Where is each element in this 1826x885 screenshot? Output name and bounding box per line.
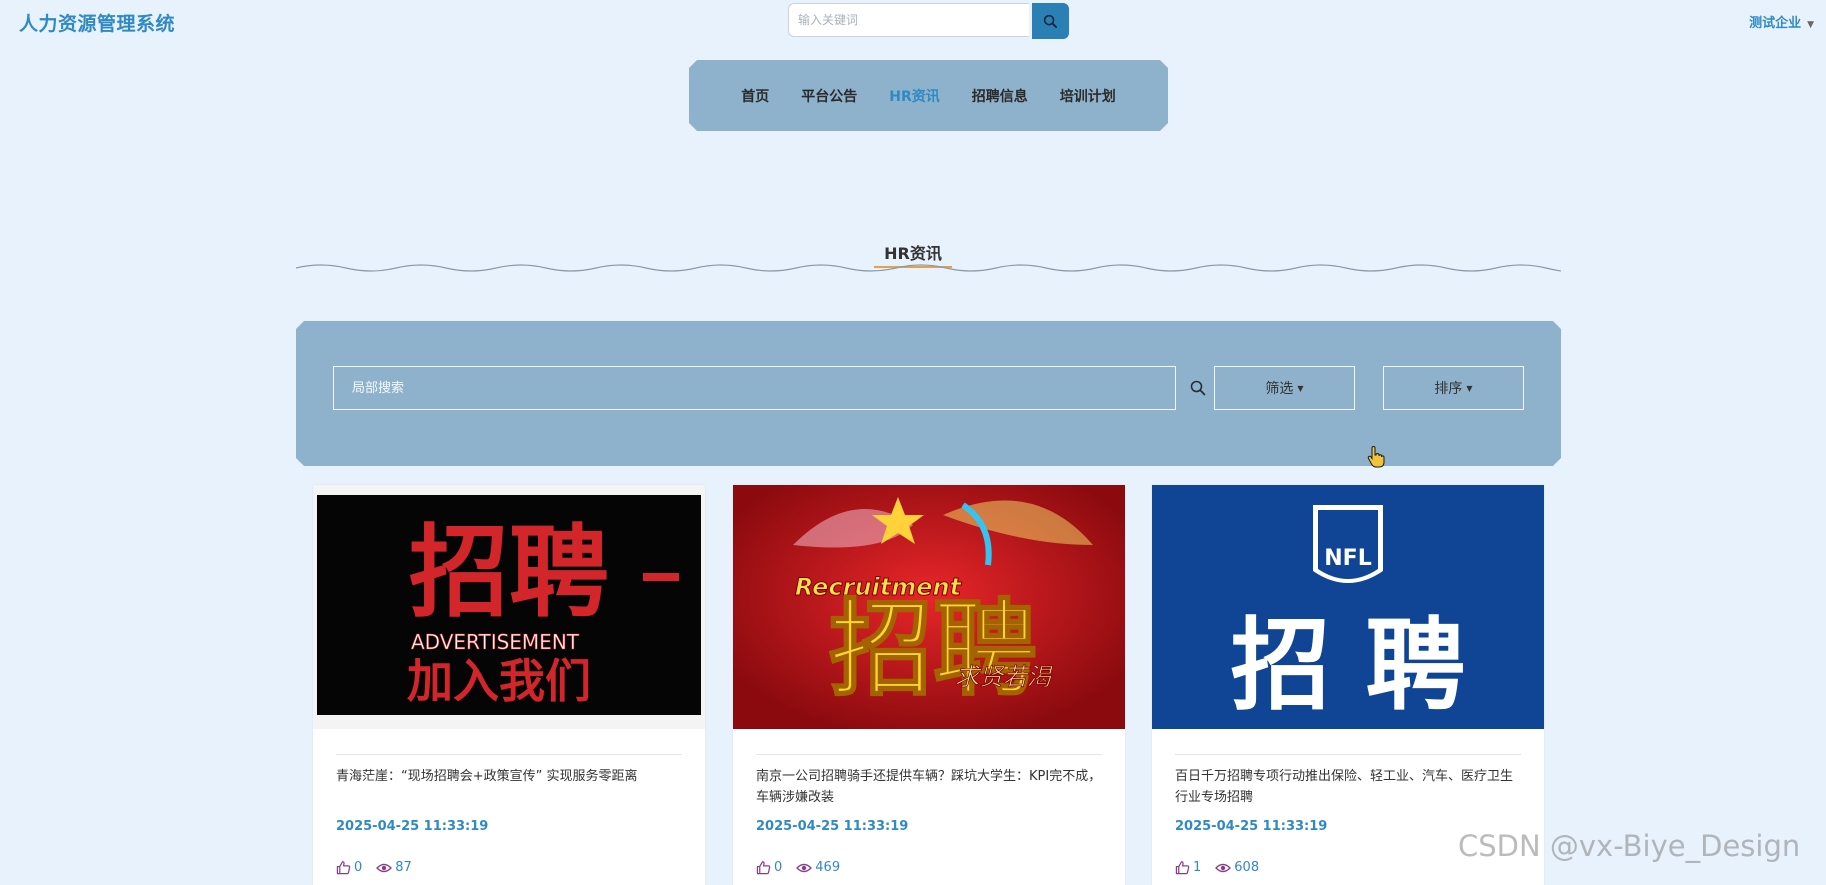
news-stats: 1 608: [1175, 860, 1259, 875]
news-title[interactable]: 青海茫崖：“现场招聘会+政策宣传” 实现服务零距离: [336, 766, 682, 787]
news-stats: 0 469: [756, 860, 840, 875]
nav-item-hr-news[interactable]: HR资讯: [889, 86, 940, 106]
poster-sub-text: 求贤若渴: [955, 663, 1053, 691]
caret-down-icon: ▼: [1297, 383, 1304, 393]
news-title[interactable]: 南京一公司招聘骑手还提供车辆？踩坑大学生：KPI完不成，车辆涉嫌改装: [756, 766, 1102, 808]
card-divider: [1175, 754, 1521, 755]
user-name: 测试企业: [1749, 16, 1802, 31]
view-stat: 469: [796, 860, 840, 875]
user-menu[interactable]: 测试企业 ▼: [1749, 12, 1814, 31]
global-search-input[interactable]: [788, 3, 1029, 37]
nav-item-announcements[interactable]: 平台公告: [801, 86, 857, 106]
nav-item-home[interactable]: 首页: [741, 86, 769, 106]
global-search: [788, 3, 1069, 39]
news-date: 2025-04-25 11:33:19: [1175, 819, 1328, 834]
poster-en-text: ADVERTISEMENT: [411, 630, 580, 654]
nav-item-training[interactable]: 培训计划: [1060, 86, 1116, 106]
global-search-button[interactable]: [1032, 3, 1069, 39]
eye-icon: [796, 863, 813, 872]
view-count: 87: [395, 860, 412, 875]
poster-big-text: 招聘: [829, 588, 1037, 710]
nav-item-jobs[interactable]: 招聘信息: [972, 86, 1028, 106]
thumbs-up-icon[interactable]: [336, 860, 351, 875]
filter-label: 筛选: [1265, 381, 1294, 397]
search-icon[interactable]: [1190, 380, 1206, 396]
thumbs-up-icon[interactable]: [756, 860, 771, 875]
like-count: 1: [1193, 860, 1202, 875]
thumbs-up-icon[interactable]: [1175, 860, 1190, 875]
recruitment-poster-image: 招聘 ADVERTISEMENT 加入我们: [313, 485, 705, 729]
caret-down-icon: ▼: [1466, 383, 1473, 393]
top-bar: 人力资源管理系统 测试企业 ▼: [0, 0, 1826, 44]
news-image[interactable]: 招聘 ADVERTISEMENT 加入我们: [313, 485, 705, 729]
news-image[interactable]: Recruitment 招聘 求贤若渴: [733, 485, 1125, 729]
view-count: 469: [815, 860, 841, 875]
eye-icon: [376, 863, 393, 872]
view-count: 608: [1234, 860, 1260, 875]
eye-icon: [1215, 863, 1232, 872]
filter-panel: 筛选▼ 排序▼: [296, 321, 1561, 466]
watermark: CSDN @vx-Biye_Design: [1458, 829, 1801, 863]
news-card[interactable]: Recruitment 招聘 求贤若渴 南京一公司招聘骑手还提供车辆？踩坑大学生…: [733, 485, 1125, 885]
like-count: 0: [354, 860, 363, 875]
main-nav: 首页 平台公告 HR资讯 招聘信息 培训计划: [689, 60, 1168, 131]
local-search-input[interactable]: [333, 366, 1176, 410]
news-stats: 0 87: [336, 860, 412, 875]
nfl-logo-text: NFL: [1324, 546, 1371, 571]
card-divider: [756, 754, 1102, 755]
news-date: 2025-04-25 11:33:19: [336, 819, 489, 834]
view-stat: 608: [1215, 860, 1259, 875]
card-divider: [336, 754, 682, 755]
chevron-down-icon: ▼: [1807, 20, 1814, 30]
site-brand[interactable]: 人力资源管理系统: [19, 9, 175, 36]
poster-big-text: 招 聘: [1231, 607, 1466, 724]
poster-big-text: 招聘: [409, 514, 609, 631]
recruitment-poster-image: NFL 招 聘: [1152, 485, 1544, 729]
hand-cursor-icon: [1367, 446, 1385, 468]
poster-sub-text: 加入我们: [407, 654, 591, 708]
recruitment-poster-image: Recruitment 招聘 求贤若渴: [733, 485, 1125, 729]
view-stat: 87: [376, 860, 412, 875]
news-date: 2025-04-25 11:33:19: [756, 819, 909, 834]
like-count: 0: [774, 860, 783, 875]
wave-divider: [296, 264, 1561, 272]
sort-dropdown-button[interactable]: 排序 ▼: [1383, 366, 1524, 410]
sort-label: 排序: [1434, 381, 1463, 397]
news-card[interactable]: 招聘 ADVERTISEMENT 加入我们 青海茫崖：“现场招聘会+政策宣传” …: [313, 485, 705, 885]
search-icon: [1043, 14, 1057, 28]
filter-dropdown-button[interactable]: 筛选 ▼: [1214, 366, 1355, 410]
news-card[interactable]: NFL 招 聘 百日千万招聘专项行动推出保险、轻工业、汽车、医疗卫生行业专场招聘…: [1152, 485, 1544, 885]
news-image[interactable]: NFL 招 聘: [1152, 485, 1544, 729]
news-title[interactable]: 百日千万招聘专项行动推出保险、轻工业、汽车、医疗卫生行业专场招聘: [1175, 766, 1521, 808]
